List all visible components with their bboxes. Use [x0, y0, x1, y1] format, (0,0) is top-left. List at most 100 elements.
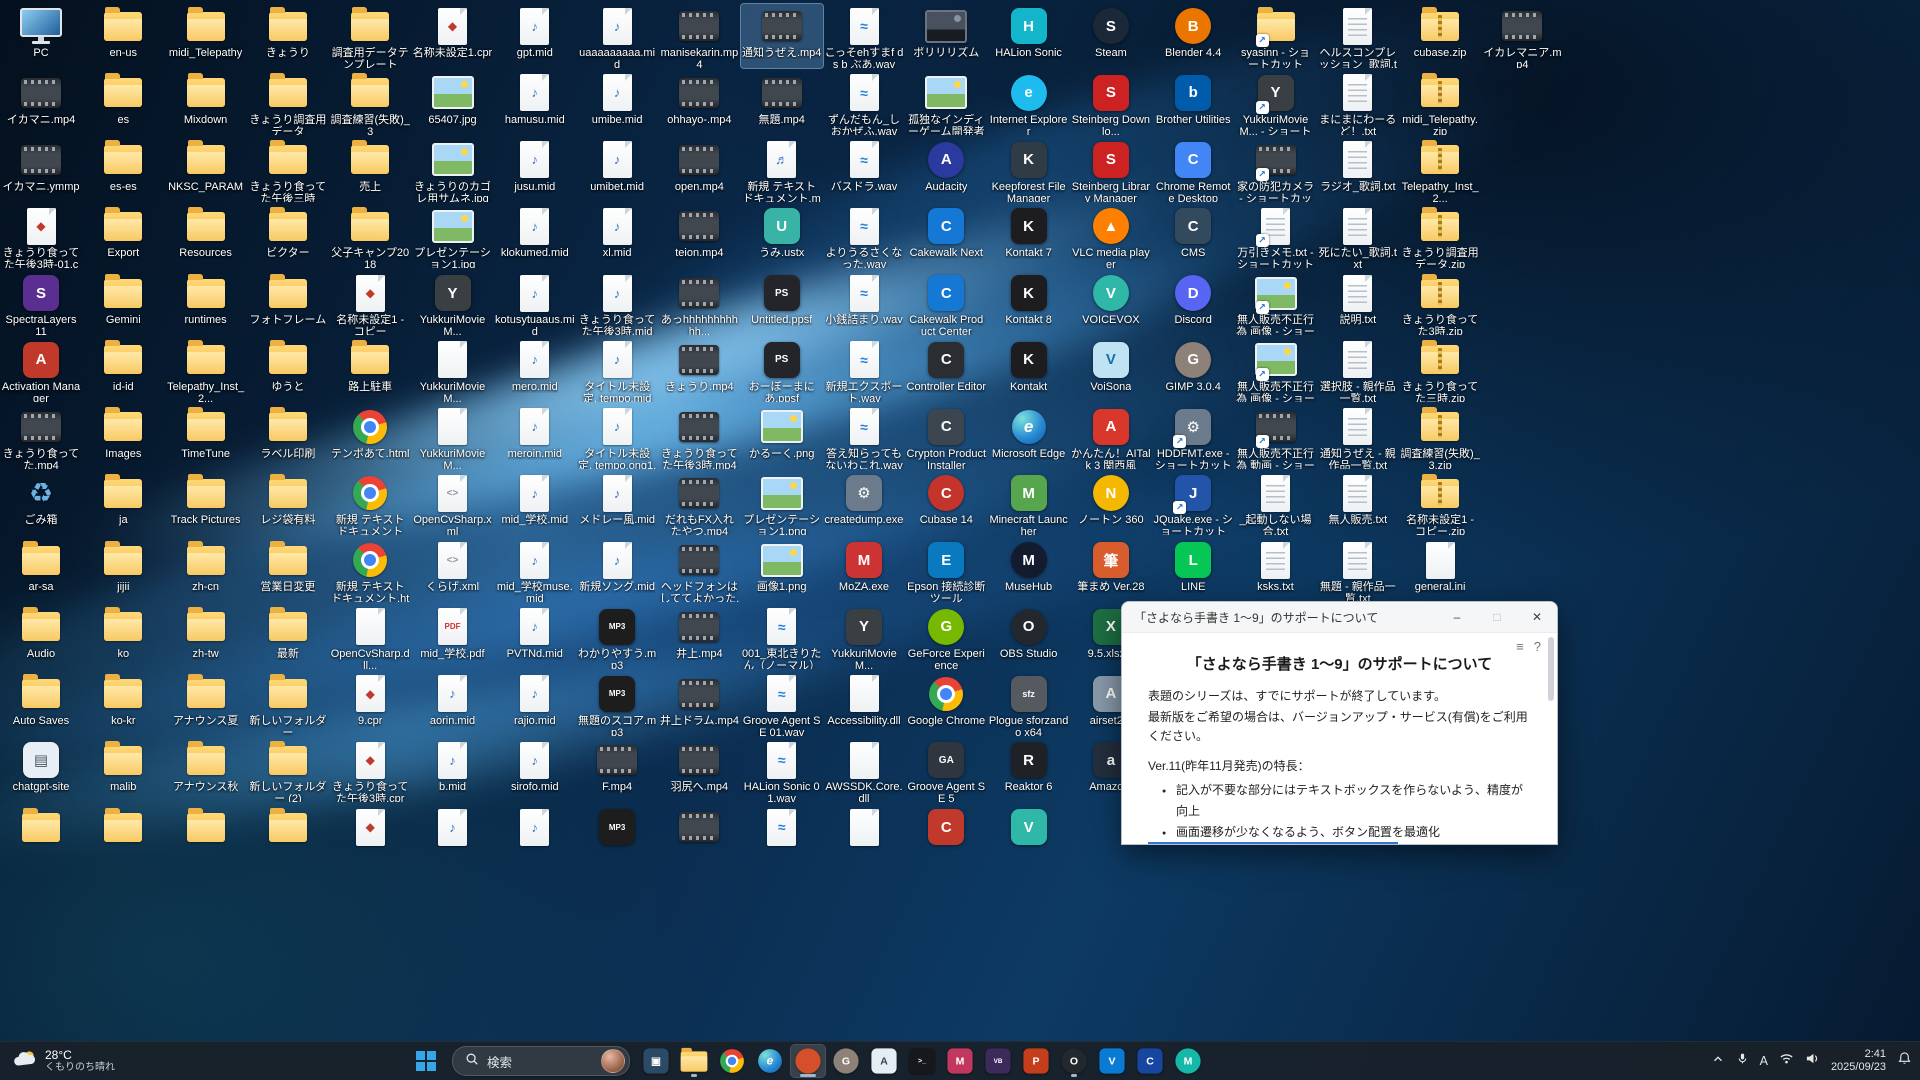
- chevron-up-icon[interactable]: [1711, 1052, 1725, 1071]
- help-icon[interactable]: ?: [1534, 639, 1541, 654]
- desktop-icon[interactable]: es: [82, 71, 164, 135]
- desktop-icon[interactable]: F.mp4: [576, 738, 658, 802]
- desktop-icon[interactable]: bBrother Utilities: [1152, 71, 1234, 135]
- desktop-icon[interactable]: HHALion Sonic: [988, 4, 1070, 68]
- desktop-icon[interactable]: KKeepforest File Manager: [988, 138, 1070, 202]
- taskbar-cevio[interactable]: C: [1132, 1044, 1168, 1078]
- desktop-icon[interactable]: ♪umibet.mid: [576, 138, 658, 202]
- desktop-icon[interactable]: ◆: [329, 805, 411, 869]
- desktop-icon[interactable]: ≈新規エクスポート.wav: [823, 338, 905, 402]
- desktop-icon[interactable]: きょうり調査用データ.zip: [1399, 204, 1481, 268]
- desktop-icon[interactable]: 無題.mp4: [741, 71, 823, 135]
- desktop-icon[interactable]: 最新: [247, 605, 329, 669]
- desktop-icon[interactable]: ♪umibe.mid: [576, 71, 658, 135]
- taskbar-notepad[interactable]: A: [866, 1044, 902, 1078]
- desktop-icon[interactable]: MMinecraft Launcher: [988, 471, 1070, 535]
- taskbar-edge[interactable]: e: [752, 1044, 788, 1078]
- desktop-icon[interactable]: C: [905, 805, 987, 869]
- desktop-icon[interactable]: 羽尻へ.mp4: [658, 738, 740, 802]
- desktop-icon[interactable]: YukkuriMovieM...: [412, 338, 494, 402]
- desktop-icon[interactable]: ♪klokumed.mid: [494, 204, 576, 268]
- desktop-icon[interactable]: 新しいフォルダー (2): [247, 738, 329, 802]
- desktop-icon[interactable]: イカマニ.ymmp: [0, 138, 82, 202]
- desktop-icon[interactable]: ≈答え知らってもないわこれ.wav: [823, 405, 905, 469]
- desktop-icon[interactable]: GAGroove Agent SE 5: [905, 738, 987, 802]
- desktop-icon[interactable]: zh-tw: [165, 605, 247, 669]
- wifi-icon[interactable]: [1779, 1051, 1794, 1071]
- desktop-icon[interactable]: プレゼンテーション1.png: [741, 471, 823, 535]
- desktop-icon[interactable]: ♻ごみ箱: [0, 471, 82, 535]
- desktop-icon[interactable]: まにまにわーるど！.txt: [1317, 71, 1399, 135]
- desktop-icon[interactable]: 井上.mp4: [658, 605, 740, 669]
- desktop-icon[interactable]: あっhhhhhhhhhhh...: [658, 271, 740, 335]
- taskbar-chrome[interactable]: [714, 1044, 750, 1078]
- desktop-icon[interactable]: PSUntitled.ppsf: [741, 271, 823, 335]
- desktop-icon[interactable]: ♪タイトル未設定, tempo.ong1.mid: [576, 405, 658, 469]
- taskbar-vscode[interactable]: V: [1094, 1044, 1130, 1078]
- desktop-icon[interactable]: Audio: [0, 605, 82, 669]
- desktop-icon[interactable]: ko: [82, 605, 164, 669]
- desktop-icon[interactable]: ◆名称未設定1 - コピー: [329, 271, 411, 335]
- desktop-icon[interactable]: Uうみ.ustx: [741, 204, 823, 268]
- desktop-icon[interactable]: ja: [82, 471, 164, 535]
- desktop-icon[interactable]: Resources: [165, 204, 247, 268]
- desktop-icon[interactable]: 65407.jpg: [412, 71, 494, 135]
- desktop-icon[interactable]: jijii: [82, 538, 164, 602]
- desktop-icon[interactable]: ≈小銭詰まり.wav: [823, 271, 905, 335]
- desktop-icon[interactable]: きょうり食ってた.mp4: [0, 405, 82, 469]
- close-button[interactable]: ✕: [1517, 602, 1557, 632]
- desktop-icon[interactable]: ≈: [741, 805, 823, 869]
- desktop-icon[interactable]: 画像1.png: [741, 538, 823, 602]
- desktop-icon[interactable]: ≈バスドラ.wav: [823, 138, 905, 202]
- desktop-icon[interactable]: [823, 805, 905, 869]
- desktop-icon[interactable]: MP3: [576, 805, 658, 869]
- desktop-icon[interactable]: VVoiSona: [1070, 338, 1152, 402]
- desktop-icon[interactable]: Gemini: [82, 271, 164, 335]
- desktop-icon[interactable]: CCakewalk Next: [905, 204, 987, 268]
- desktop-icon[interactable]: CController Editor: [905, 338, 987, 402]
- desktop-icon[interactable]: ksks.txt: [1235, 538, 1317, 602]
- desktop-icon[interactable]: Track Pictures: [165, 471, 247, 535]
- desktop-icon[interactable]: PDFmid_学校.pdf: [412, 605, 494, 669]
- desktop-icon[interactable]: RReaktor 6: [988, 738, 1070, 802]
- desktop-icon[interactable]: [82, 805, 164, 869]
- desktop-icon[interactable]: ↗syasinn - ショートカット: [1235, 4, 1317, 68]
- desktop-icon[interactable]: manisekarin.mp4: [658, 4, 740, 68]
- desktop-icon[interactable]: ↗万引きメモ.txt - ショートカット: [1235, 204, 1317, 268]
- taskbar-vb-audio[interactable]: VB: [980, 1044, 1016, 1078]
- desktop-icon[interactable]: イカマニ.mp4: [0, 71, 82, 135]
- desktop-icon[interactable]: [165, 805, 247, 869]
- desktop-icon[interactable]: MMoZA.exe: [823, 538, 905, 602]
- desktop-icon[interactable]: V: [988, 805, 1070, 869]
- search-box[interactable]: 検索: [452, 1046, 630, 1076]
- desktop-icon[interactable]: ≈001_東北きりたん（ノーマル）_テジャッ...: [741, 605, 823, 669]
- desktop-icon[interactable]: アナウンス夏: [165, 672, 247, 736]
- desktop-icon[interactable]: ≈こっそehすまf d s b ぶあ.wav: [823, 4, 905, 68]
- desktop-icon[interactable]: GGIMP 3.0.4: [1152, 338, 1234, 402]
- desktop-icon[interactable]: midi_Telepathy.zip: [1399, 71, 1481, 135]
- desktop-icon[interactable]: ≈HALion Sonic 01.wav: [741, 738, 823, 802]
- desktop-icon[interactable]: Export: [82, 204, 164, 268]
- desktop-icon[interactable]: midi_Telepathy: [165, 4, 247, 68]
- desktop-icon[interactable]: OpenCvSharp.dll...: [329, 605, 411, 669]
- notification-bell-icon[interactable]: [1897, 1051, 1912, 1071]
- desktop-icon[interactable]: ko-kr: [82, 672, 164, 736]
- desktop-icon[interactable]: かるーく.png: [741, 405, 823, 469]
- desktop-icon[interactable]: CCakewalk Product Center: [905, 271, 987, 335]
- desktop-icon[interactable]: ヘルスコンプレッション_歌詞.txt: [1317, 4, 1399, 68]
- desktop-icon[interactable]: ↗無人販売不正行為 画像 - ショートカット: [1235, 271, 1317, 335]
- weather-widget[interactable]: 28°C くもりのち晴れ: [4, 1044, 123, 1078]
- desktop-icon[interactable]: OOBS Studio: [988, 605, 1070, 669]
- desktop-icon[interactable]: LLINE: [1152, 538, 1234, 602]
- desktop-icon[interactable]: 新しいフォルダー: [247, 672, 329, 736]
- desktop-icon[interactable]: ♪jusu.mid: [494, 138, 576, 202]
- desktop-icon[interactable]: 売上: [329, 138, 411, 202]
- desktop-icon[interactable]: ♪rajio.mid: [494, 672, 576, 736]
- desktop-icon[interactable]: [0, 805, 82, 869]
- taskbar-app-window[interactable]: ▣: [638, 1044, 674, 1078]
- desktop-icon[interactable]: CCMS: [1152, 204, 1234, 268]
- desktop-icon[interactable]: Nノートン 360: [1070, 471, 1152, 535]
- desktop-icon[interactable]: ◆名称未設定1.cpr: [412, 4, 494, 68]
- desktop-icon[interactable]: MP3わかりやすう.mp3: [576, 605, 658, 669]
- desktop-icon[interactable]: ポリリリズム: [905, 4, 987, 68]
